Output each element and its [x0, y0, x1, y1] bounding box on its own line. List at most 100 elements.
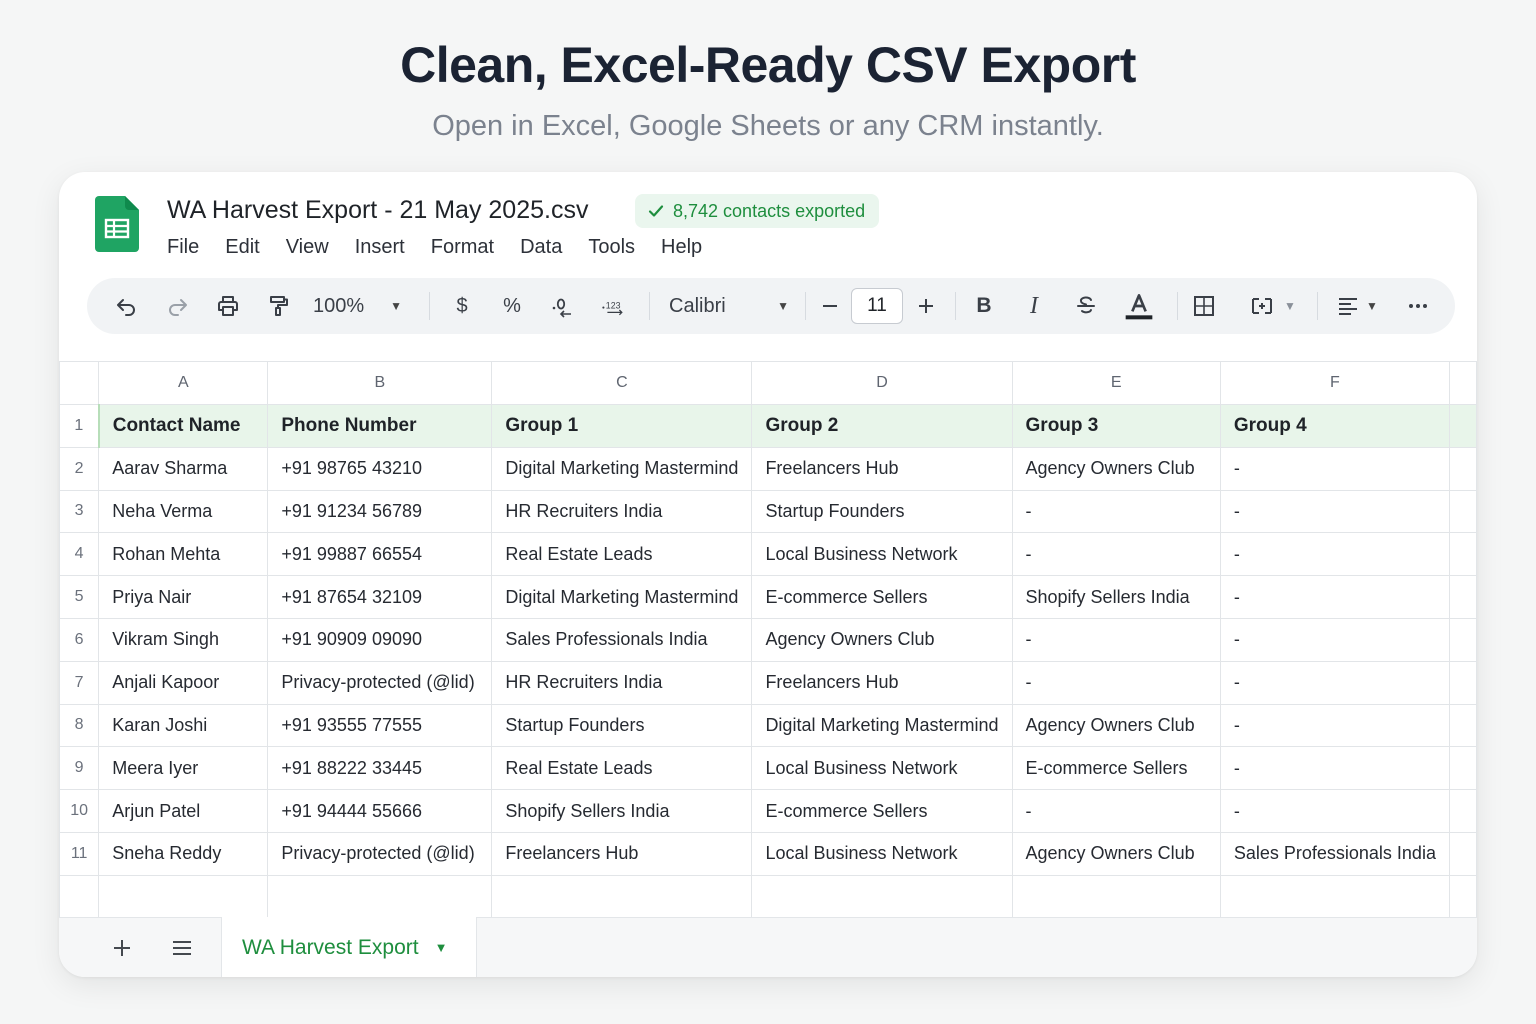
cell-empty[interactable] — [1449, 746, 1477, 791]
cell-empty[interactable] — [1449, 703, 1477, 748]
menu-file[interactable]: File — [167, 236, 199, 259]
column-header-d[interactable]: D — [751, 361, 1013, 405]
cell[interactable]: +91 94444 55666 — [267, 789, 493, 833]
cell[interactable]: Freelancers Hub — [491, 831, 753, 876]
print-button[interactable] — [211, 278, 245, 334]
font-size-input[interactable]: 11 — [851, 288, 903, 324]
cell[interactable]: HR Recruiters India — [491, 660, 753, 705]
cell[interactable]: - — [1011, 489, 1221, 534]
cell[interactable]: Aarav Sharma — [98, 446, 269, 491]
cell-empty[interactable] — [1449, 660, 1477, 705]
cell-empty[interactable] — [1219, 874, 1451, 919]
cell[interactable]: Digital Marketing Mastermind — [491, 446, 753, 491]
cell[interactable]: Sales Professionals India — [1219, 831, 1451, 876]
cell[interactable]: Startup Founders — [751, 489, 1013, 534]
cell[interactable]: E-commerce Sellers — [751, 789, 1013, 833]
cell[interactable]: +91 99887 66554 — [267, 532, 493, 577]
select-all-corner[interactable] — [59, 361, 100, 405]
cell-empty[interactable] — [1449, 874, 1477, 919]
cell[interactable]: Sneha Reddy — [98, 831, 269, 876]
cell[interactable]: Arjun Patel — [98, 789, 269, 833]
bold-button[interactable]: B — [967, 278, 1001, 334]
column-header-a[interactable]: A — [98, 361, 269, 405]
row-number[interactable]: 10 — [59, 789, 100, 833]
row-number[interactable]: 11 — [59, 831, 100, 876]
row-number[interactable]: 2 — [59, 446, 100, 491]
zoom-select[interactable]: 100% ▼ — [313, 278, 409, 334]
menu-data[interactable]: Data — [520, 236, 562, 259]
cell[interactable]: Phone Number — [267, 404, 493, 448]
cell[interactable]: - — [1011, 617, 1221, 662]
cell-empty[interactable] — [1449, 831, 1477, 876]
percent-format-button[interactable]: % — [495, 278, 529, 334]
cell[interactable]: +91 88222 33445 — [267, 746, 493, 791]
cell[interactable]: - — [1011, 660, 1221, 705]
cell[interactable]: Agency Owners Club — [1011, 446, 1221, 491]
cell[interactable]: Contact Name — [97, 404, 269, 448]
cell[interactable]: Anjali Kapoor — [98, 660, 269, 705]
cell[interactable]: Meera Iyer — [98, 746, 269, 791]
cell-empty[interactable] — [1449, 575, 1477, 619]
cell[interactable]: Local Business Network — [751, 532, 1013, 577]
cell[interactable]: - — [1219, 489, 1451, 534]
cell[interactable]: Privacy-protected (@lid) — [267, 660, 493, 705]
font-family-select[interactable]: Calibri ▼ — [669, 278, 789, 334]
cell-empty[interactable] — [1449, 446, 1477, 491]
cell[interactable]: - — [1011, 789, 1221, 833]
cell[interactable]: - — [1219, 617, 1451, 662]
cell[interactable]: - — [1219, 575, 1451, 619]
cell[interactable]: Group 2 — [751, 404, 1013, 448]
row-number[interactable]: 9 — [59, 746, 100, 791]
chevron-down-icon[interactable]: ▼ — [435, 940, 448, 955]
row-number[interactable]: 1 — [59, 404, 100, 448]
cell-empty[interactable] — [751, 874, 1013, 919]
cell[interactable]: Agency Owners Club — [1011, 831, 1221, 876]
cell[interactable]: Shopify Sellers India — [491, 789, 753, 833]
column-header-c[interactable]: C — [491, 361, 753, 405]
cell[interactable]: Freelancers Hub — [751, 660, 1013, 705]
cell[interactable]: - — [1219, 703, 1451, 748]
cell[interactable]: E-commerce Sellers — [1011, 746, 1221, 791]
row-number[interactable]: 8 — [59, 703, 100, 748]
add-sheet-button[interactable] — [107, 918, 137, 977]
column-header-b[interactable]: B — [267, 361, 493, 405]
menu-tools[interactable]: Tools — [588, 236, 635, 259]
italic-button[interactable]: I — [1017, 278, 1051, 334]
row-number[interactable]: 6 — [59, 617, 100, 662]
column-header-e[interactable]: E — [1011, 361, 1221, 405]
text-color-button[interactable] — [1121, 278, 1157, 334]
menu-help[interactable]: Help — [661, 236, 702, 259]
cell[interactable]: +91 90909 09090 — [267, 617, 493, 662]
cell[interactable]: Shopify Sellers India — [1011, 575, 1221, 619]
cell[interactable]: Real Estate Leads — [491, 746, 753, 791]
cell-empty[interactable] — [1449, 789, 1477, 833]
cell[interactable]: - — [1011, 532, 1221, 577]
cell[interactable]: E-commerce Sellers — [751, 575, 1013, 619]
sheet-tab-wa-harvest-export[interactable]: WA Harvest Export ▼ — [221, 917, 477, 977]
cell-empty[interactable] — [1449, 404, 1477, 448]
increase-font-size-button[interactable] — [911, 278, 941, 334]
cell[interactable]: +91 93555 77555 — [267, 703, 493, 748]
decrease-decimal-button[interactable] — [545, 278, 579, 334]
cell[interactable]: Agency Owners Club — [1011, 703, 1221, 748]
cell[interactable]: +91 87654 32109 — [267, 575, 493, 619]
menu-view[interactable]: View — [286, 236, 329, 259]
sheets-icon[interactable] — [95, 196, 139, 252]
cell[interactable]: Group 1 — [491, 404, 753, 448]
cell[interactable]: +91 98765 43210 — [267, 446, 493, 491]
cell[interactable]: Privacy-protected (@lid) — [267, 831, 493, 876]
cell-empty[interactable] — [491, 874, 753, 919]
cell[interactable]: - — [1219, 446, 1451, 491]
row-number[interactable]: 4 — [59, 532, 100, 577]
cell[interactable]: - — [1219, 660, 1451, 705]
row-number[interactable]: 5 — [59, 575, 100, 619]
menu-insert[interactable]: Insert — [355, 236, 405, 259]
more-button[interactable] — [1401, 278, 1435, 334]
cell[interactable]: Agency Owners Club — [751, 617, 1013, 662]
cell[interactable]: - — [1219, 532, 1451, 577]
currency-format-button[interactable]: $ — [445, 278, 479, 334]
paint-format-button[interactable] — [261, 278, 295, 334]
cell-empty[interactable] — [98, 874, 269, 919]
document-title[interactable]: WA Harvest Export - 21 May 2025.csv — [167, 196, 588, 225]
column-header-f[interactable]: F — [1219, 361, 1451, 405]
